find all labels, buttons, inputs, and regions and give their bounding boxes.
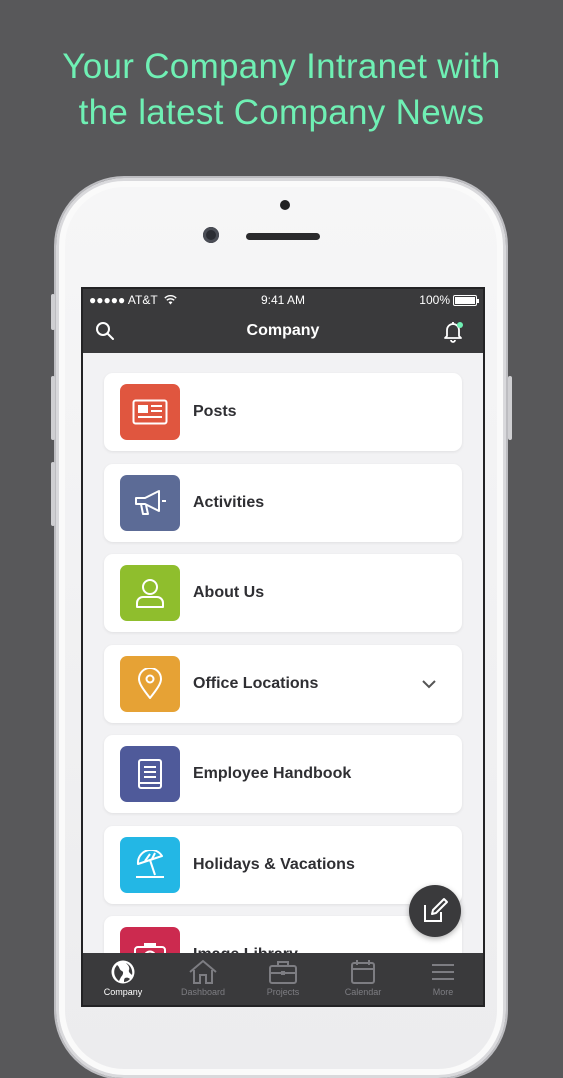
tab-label: Calendar <box>344 987 382 997</box>
promo-headline: Your Company Intranet with the latest Co… <box>0 44 563 136</box>
megaphone-icon <box>120 474 180 531</box>
tab-calendar[interactable]: Calendar <box>323 953 403 1005</box>
tab-dashboard[interactable]: Dashboard <box>163 953 243 1005</box>
page-title: Company <box>246 322 320 339</box>
location-pin-icon <box>120 655 180 712</box>
menu-item-label: Employee Handbook <box>193 765 352 782</box>
briefcase-icon <box>269 961 297 984</box>
menu-item-label: About Us <box>193 584 265 601</box>
tab-label: Dashboard <box>180 987 226 997</box>
bell-icon[interactable] <box>441 319 465 348</box>
book-icon <box>120 746 180 802</box>
earpiece-speaker <box>246 233 320 240</box>
menu-item-label: Activities <box>193 493 265 511</box>
menu-item-office-locations[interactable]: Office Locations <box>104 644 462 723</box>
mute-switch <box>51 294 55 330</box>
beach-umbrella-icon <box>120 836 180 893</box>
battery-indicator: 100% <box>419 293 479 307</box>
volume-up-button <box>51 376 55 440</box>
tab-label: Projects <box>266 987 300 997</box>
menu-item-holidays-vacations[interactable]: Holidays & Vacations <box>104 825 462 904</box>
tab-bar: Company Dashboard Projects Calendar More <box>83 953 483 1005</box>
menu-icon <box>432 964 454 980</box>
menu-list: Posts Activities About Us Office Locatio… <box>83 353 483 994</box>
chevron-down-icon[interactable] <box>422 676 436 694</box>
nav-bar: Company <box>83 311 483 353</box>
power-button <box>508 376 512 440</box>
edit-icon <box>424 898 448 922</box>
menu-item-employee-handbook[interactable]: Employee Handbook <box>104 735 462 813</box>
menu-item-label: Office Locations <box>193 674 319 692</box>
phone-frame: ●●●●● AT&T 9:41 AM 100% Company Posts Ac… <box>56 178 506 1078</box>
newspaper-icon <box>120 384 180 440</box>
calendar-icon <box>351 960 375 984</box>
menu-item-about-us[interactable]: About Us <box>104 554 462 632</box>
tab-company[interactable]: Company <box>83 953 163 1005</box>
volume-down-button <box>51 462 55 526</box>
battery-percent: 100% <box>419 293 450 307</box>
phone-screen: ●●●●● AT&T 9:41 AM 100% Company Posts Ac… <box>81 287 485 1007</box>
menu-item-activities[interactable]: Activities <box>104 463 462 542</box>
front-camera <box>203 227 219 243</box>
headline-line-1: Your Company Intranet with <box>62 47 501 86</box>
person-icon <box>120 565 180 621</box>
menu-item-posts[interactable]: Posts <box>104 373 462 451</box>
status-bar: ●●●●● AT&T 9:41 AM 100% <box>83 289 483 311</box>
tab-more[interactable]: More <box>403 953 483 1005</box>
tab-projects[interactable]: Projects <box>243 953 323 1005</box>
tab-label: Company <box>103 987 143 997</box>
menu-item-label: Posts <box>193 403 237 420</box>
tab-label: More <box>432 987 454 997</box>
globe-icon <box>111 960 135 984</box>
proximity-sensor <box>280 200 290 210</box>
compose-button[interactable] <box>409 885 461 937</box>
home-icon <box>189 959 217 984</box>
menu-item-label: Holidays & Vacations <box>193 855 355 873</box>
battery-icon <box>453 294 479 306</box>
headline-line-2: the latest Company News <box>78 93 485 132</box>
